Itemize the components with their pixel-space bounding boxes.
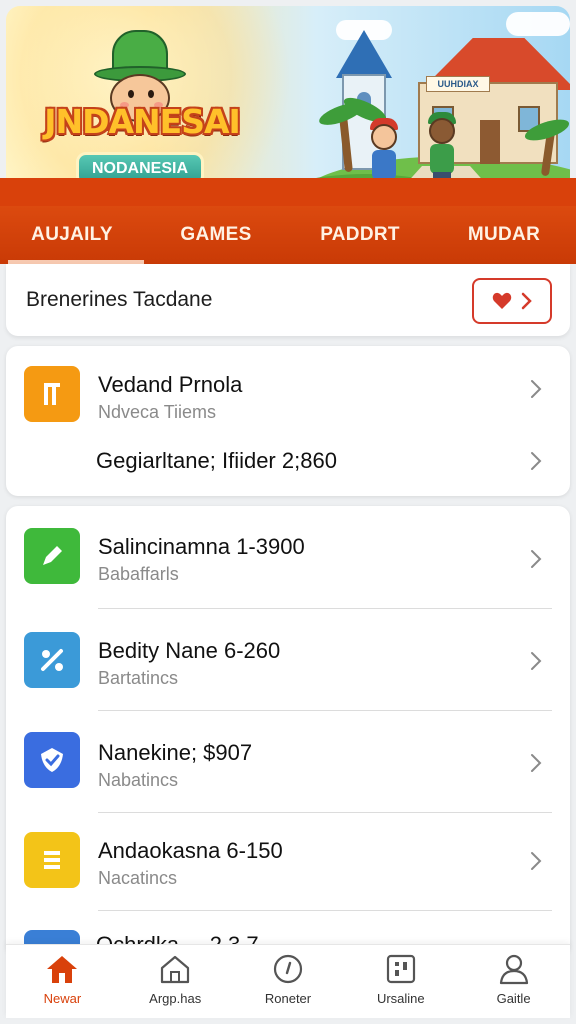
chevron-right-icon — [521, 292, 532, 310]
nav-label: Roneter — [264, 991, 312, 1006]
bottom-nav: Newar Argp.has Roneter Ursaline Gaitle — [6, 944, 570, 1018]
grid-icon — [386, 954, 415, 984]
featured-title: Vedand Prnola — [98, 372, 243, 397]
list-icon — [24, 832, 80, 888]
chevron-right-icon — [531, 652, 542, 670]
chevron-right-icon — [531, 550, 542, 568]
chevron-right-icon — [531, 380, 542, 398]
compass-icon — [273, 954, 303, 984]
divider — [98, 710, 552, 711]
nav-ursaline[interactable]: Ursaline — [344, 945, 457, 1018]
chevron-right-icon — [531, 452, 542, 470]
tab-paddrt[interactable]: PADDRT — [288, 206, 432, 264]
tab-games[interactable]: GAMES — [144, 206, 288, 264]
filter-label: Brenerines Tacdane — [26, 288, 213, 311]
tools-icon — [24, 632, 80, 688]
nav-argphas[interactable]: Argp.has — [119, 945, 232, 1018]
list-item-title: Salincinamna 1-3900 — [98, 534, 305, 559]
chevron-right-icon — [531, 754, 542, 772]
tab-bar: AUJAILY GAMES PADDRT MUDAR — [0, 178, 576, 264]
list-card: Salincinamna 1-3900 Babaffarls Bedity Na… — [6, 506, 570, 956]
partial-row-title[interactable]: Ochrdka ... 2 3 7 — [96, 930, 286, 944]
tab-aujaily[interactable]: AUJAILY — [0, 206, 144, 264]
list-item-subtitle: Nacatincs — [98, 868, 178, 888]
partial-row-icon — [24, 930, 80, 944]
nav-gaitle[interactable]: Gaitle — [457, 945, 570, 1018]
nav-label: Ursaline — [376, 991, 425, 1006]
tower-roof — [336, 30, 392, 78]
list-item-title: Nanekine; $907 — [98, 740, 253, 765]
nav-label: Argp.has — [149, 991, 202, 1006]
pen-icon — [24, 528, 80, 584]
featured-extra[interactable]: Gegiarltane; Ifiider 2;860 — [96, 448, 337, 474]
list-item-subtitle: Bartatincs — [98, 668, 179, 688]
list-item-subtitle: Nabatincs — [98, 770, 179, 790]
house-sign: UUHDIAX — [426, 76, 490, 92]
home-icon — [47, 956, 78, 983]
divider — [98, 812, 552, 813]
filter-row: Brenerines Tacdane — [6, 264, 570, 336]
favorite-button[interactable] — [472, 278, 552, 324]
bookmark-icon — [24, 366, 80, 422]
featured-card[interactable]: Vedand Prnola Ndveca Tiiems Gegiarltane;… — [6, 346, 570, 496]
list-item-title: Andaokasna 6-150 — [98, 838, 283, 863]
list-item-subtitle: Babaffarls — [98, 564, 179, 584]
house-outline-icon — [161, 955, 190, 984]
chevron-right-icon — [531, 852, 542, 870]
divider — [98, 910, 552, 911]
profile-icon — [499, 954, 528, 985]
divider — [98, 608, 552, 609]
brand-title: JNDANESAI — [44, 102, 241, 141]
house-door — [480, 120, 500, 164]
tab-mudar[interactable]: MUDAR — [432, 206, 576, 264]
nav-roneter[interactable]: Roneter — [232, 945, 345, 1018]
featured-subtitle: Ndveca Tiiems — [98, 402, 217, 422]
nav-label: Newar — [43, 991, 82, 1006]
cloud — [506, 12, 570, 36]
heart-icon — [492, 292, 512, 309]
nav-newar[interactable]: Newar — [6, 945, 119, 1018]
nav-label: Gaitle — [496, 991, 531, 1006]
list-item-title: Bedity Nane 6-260 — [98, 638, 281, 663]
shield-check-icon — [24, 732, 80, 788]
hero-banner: UUHDIAX JNDANESAI NODANESIA — [6, 6, 570, 206]
